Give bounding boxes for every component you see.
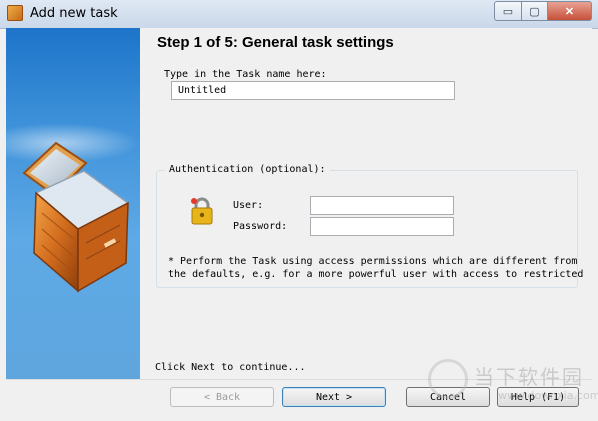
app-box-icon <box>7 5 23 21</box>
open-box-icon <box>22 141 130 293</box>
cancel-button[interactable]: Cancel <box>406 387 490 407</box>
maximize-button[interactable]: ▢ <box>522 1 548 21</box>
wizard-content: Step 1 of 5: General task settings Type … <box>140 28 592 379</box>
permissions-note: * Perform the Task using access permissi… <box>168 255 583 281</box>
task-name-label: Type in the Task name here: <box>164 69 327 80</box>
user-input[interactable] <box>310 196 454 215</box>
password-label: Password: <box>233 221 288 232</box>
next-button[interactable]: Next > <box>282 387 386 407</box>
continue-instruction: Click Next to continue... <box>155 362 306 373</box>
button-bar: < Back Next > Cancel Help (F1) <box>6 379 592 416</box>
authentication-label: Authentication (optional): <box>165 164 330 175</box>
help-button[interactable]: Help (F1) <box>497 387 579 407</box>
step-title: Step 1 of 5: General task settings <box>157 34 394 51</box>
user-label: User: <box>233 200 264 211</box>
minimize-button[interactable]: ▭ <box>494 1 522 21</box>
authentication-group: Authentication (optional): User: Passwor… <box>156 164 583 288</box>
note-line-1: * Perform the Task using access permissi… <box>168 256 578 267</box>
password-input[interactable] <box>310 217 454 236</box>
title-bar[interactable]: Add new task ▭ ▢ ✕ <box>0 0 598 29</box>
window-title: Add new task <box>30 6 118 21</box>
close-button[interactable]: ✕ <box>548 1 592 21</box>
note-line-2: the defaults, e.g. for a more powerful u… <box>168 269 584 280</box>
task-name-input[interactable]: Untitled <box>171 81 455 100</box>
lock-icon <box>191 197 213 225</box>
add-task-window: Add new task ▭ ▢ ✕ Step 1 of 5: General … <box>0 0 598 421</box>
back-button[interactable]: < Back <box>170 387 274 407</box>
wizard-side-panel <box>6 28 140 379</box>
caption-buttons: ▭ ▢ ✕ <box>494 1 592 21</box>
